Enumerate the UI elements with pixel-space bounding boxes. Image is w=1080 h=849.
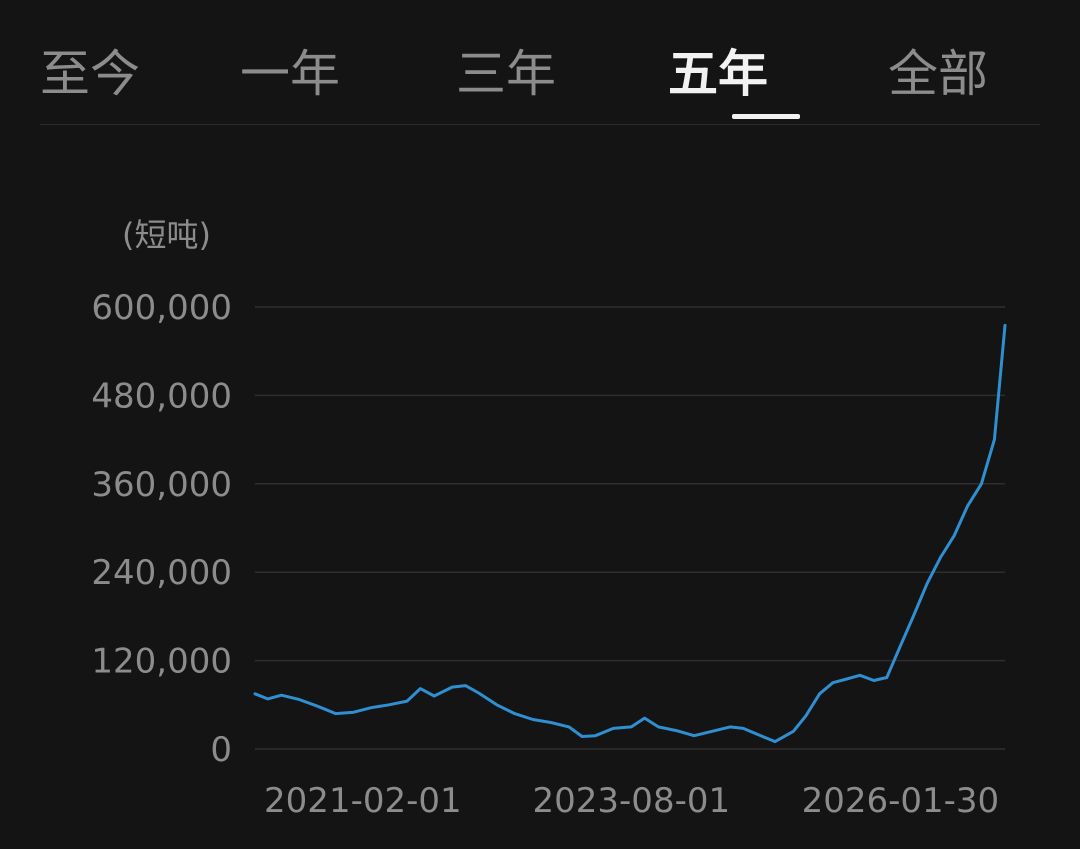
line-chart: 0 120,000 240,000 360,000 480,000 600,000 2021…	[91, 288, 1007, 821]
x-tick-label: 2021-02-01	[264, 781, 462, 821]
y-tick-label: 360,000	[91, 465, 232, 505]
y-tick-label: 240,000	[91, 553, 232, 593]
y-tick-label: 600,000	[91, 288, 232, 328]
y-tick-label: 120,000	[91, 642, 232, 682]
x-tick-label: 2026-01-30	[802, 781, 1000, 821]
y-tick-label: 0	[210, 730, 232, 770]
y-tick-label: 480,000	[91, 376, 232, 416]
x-tick-label: 2023-08-01	[533, 781, 731, 821]
series-line	[253, 323, 1007, 744]
